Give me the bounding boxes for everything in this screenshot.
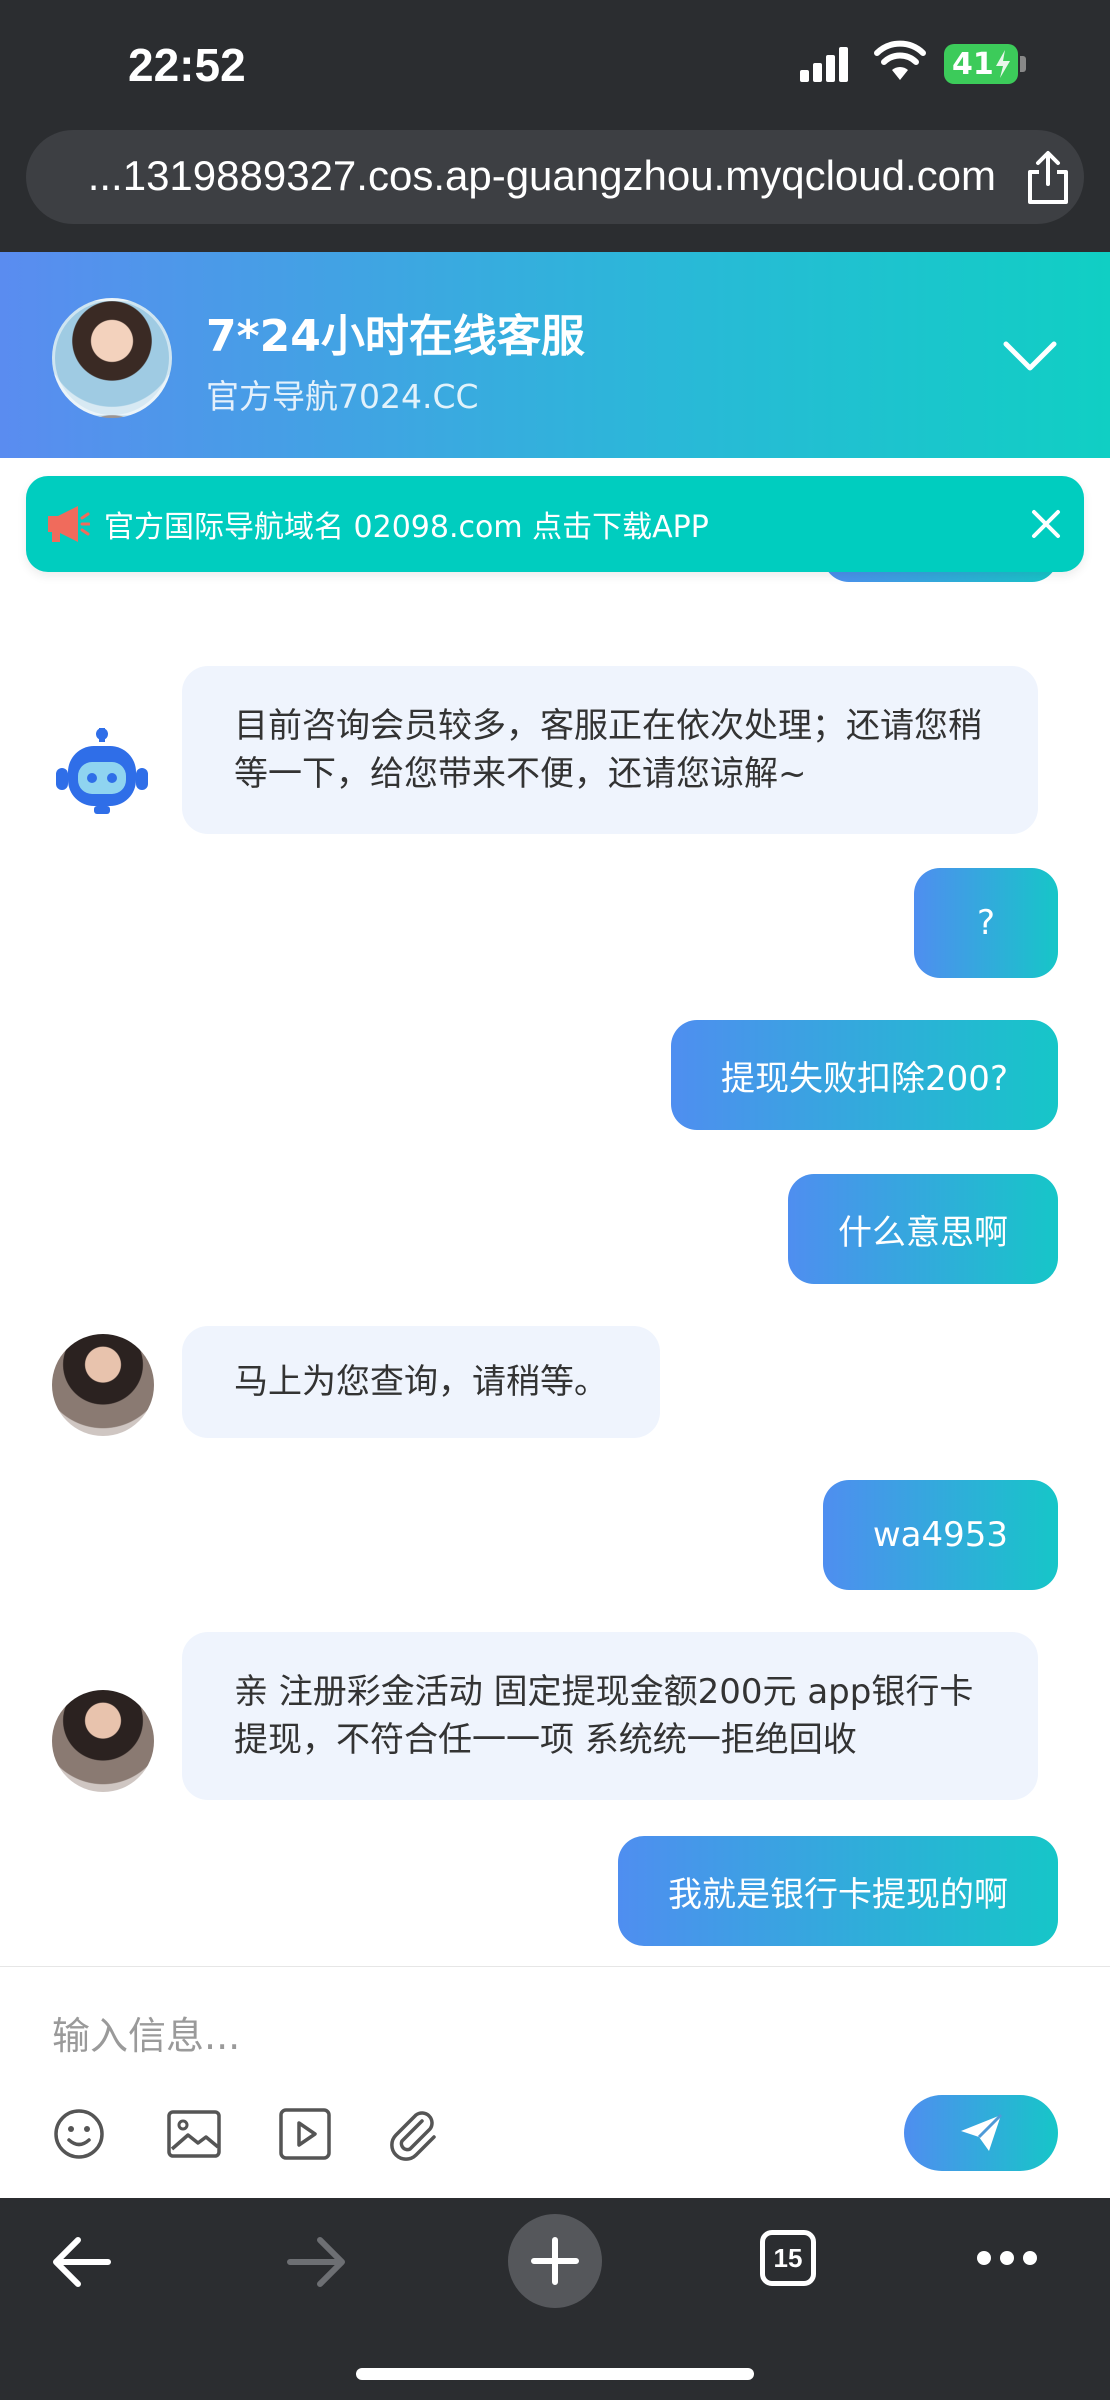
tabs-button[interactable]: 15 [760, 2230, 816, 2286]
robot-icon [56, 728, 148, 814]
home-indicator [356, 2368, 754, 2380]
megaphone-icon [48, 506, 90, 542]
send-button[interactable] [904, 2095, 1058, 2171]
notice-banner[interactable]: 官方国际导航域名 02098.com 点击下载APP [26, 476, 1084, 572]
message-text: wa4953 [872, 1515, 1008, 1555]
browser-url-area: ...1319889327.cos.ap-guangzhou.myqcloud.… [0, 130, 1110, 252]
browser-toolbar: 15 [0, 2198, 1110, 2400]
message-composer: 输入信息... [0, 1966, 1110, 2199]
message-bubble-user: 提现失败扣除200? [671, 1020, 1058, 1130]
agent-avatar [52, 298, 172, 418]
message-text: 亲 注册彩金活动 固定提现金额200元 app银行卡提现，不符合任一一项 系统统… [234, 1672, 974, 1760]
message-bubble-user: ? [914, 868, 1058, 978]
chat-messages[interactable]: wa4953 目前咨询会员较多，客服正在依次处理；还请您稍等一下，给您带来不便，… [0, 458, 1110, 1966]
new-tab-icon [531, 2237, 579, 2285]
message-text: 马上为您查询，请稍等。 [234, 1362, 608, 1402]
signal-icon [800, 47, 848, 82]
message-text: 我就是银行卡提现的啊 [668, 1874, 1008, 1915]
chat-title: 7*24小时在线客服 [206, 311, 585, 362]
attachment-icon[interactable] [386, 2107, 442, 2163]
chat-header: 7*24小时在线客服 官方导航7024.CC [0, 252, 1110, 458]
agent-avatar [52, 1690, 154, 1792]
message-text: 目前咨询会员较多，客服正在依次处理；还请您稍等一下，给您带来不便，还请您谅解~ [234, 706, 982, 794]
battery-cap [1020, 56, 1026, 72]
message-bubble-agent: 马上为您查询，请稍等。 [182, 1326, 660, 1438]
chevron-down-icon[interactable] [1000, 328, 1060, 384]
message-bubble-user: 我就是银行卡提现的啊 [618, 1836, 1058, 1946]
status-bar: 22:52 41 [0, 0, 1110, 130]
share-icon[interactable] [1022, 150, 1074, 206]
wifi-icon [874, 40, 926, 80]
message-text: 什么意思啊 [838, 1212, 1008, 1253]
send-icon [961, 2113, 1003, 2151]
close-icon[interactable] [1026, 504, 1066, 544]
status-time: 22:52 [128, 39, 246, 91]
message-bubble-agent: 亲 注册彩金活动 固定提现金额200元 app银行卡提现，不符合任一一项 系统统… [182, 1632, 1038, 1800]
forward-icon[interactable] [284, 2232, 348, 2292]
new-tab-button[interactable] [508, 2214, 602, 2308]
emoji-icon[interactable] [52, 2107, 106, 2161]
image-icon[interactable] [166, 2107, 222, 2161]
message-input[interactable]: 输入信息... [52, 2005, 240, 2060]
message-bubble-user: 什么意思啊 [788, 1174, 1058, 1284]
agent-avatar [52, 1334, 154, 1436]
message-text: ? [976, 903, 996, 943]
back-icon[interactable] [50, 2232, 114, 2292]
more-icon[interactable] [976, 2248, 1038, 2268]
battery-icon: 41 [944, 44, 1018, 84]
message-text: 提现失败扣除200? [721, 1058, 1008, 1099]
url-text[interactable]: ...1319889327.cos.ap-guangzhou.myqcloud.… [26, 152, 996, 200]
message-bubble-user: wa4953 [822, 1480, 1058, 1590]
video-icon[interactable] [278, 2107, 332, 2161]
message-bubble-bot: 目前咨询会员较多，客服正在依次处理；还请您稍等一下，给您带来不便，还请您谅解~ [182, 666, 1038, 834]
battery-level: 41 [952, 46, 994, 82]
chat-subtitle: 官方导航7024.CC [206, 377, 479, 416]
notice-text[interactable]: 官方国际导航域名 02098.com 点击下载APP [104, 502, 709, 546]
address-bar[interactable]: ...1319889327.cos.ap-guangzhou.myqcloud.… [26, 130, 1084, 224]
